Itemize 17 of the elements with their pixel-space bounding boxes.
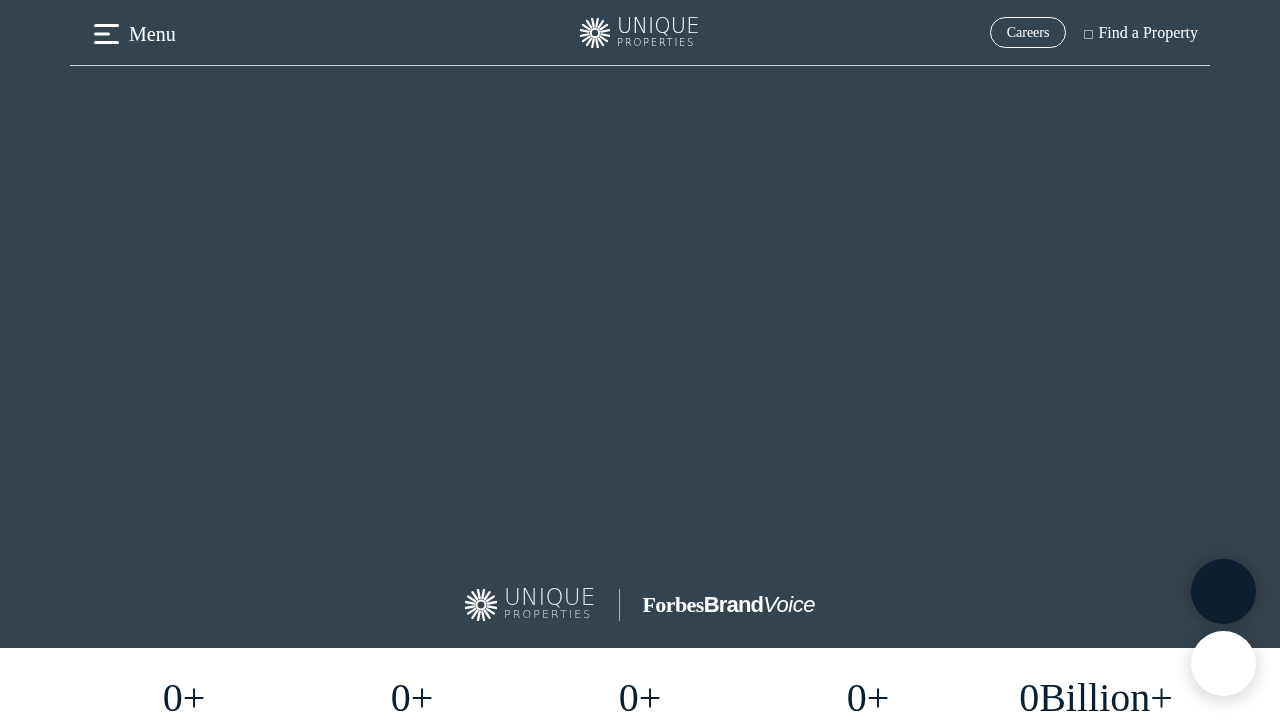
sunburst-logo-icon: [580, 18, 610, 48]
floating-action-button[interactable]: [1191, 631, 1256, 696]
find-property-link[interactable]: Find a Property: [1084, 20, 1198, 45]
stat-value: 0+: [390, 678, 434, 718]
logo-wordmark: UNIQUE: [617, 17, 700, 36]
stat-value: 0+: [162, 678, 206, 718]
menu-icon: [94, 23, 119, 44]
stat-value: 0+: [846, 678, 890, 718]
partner-wordmark: ForbesBrandVoice: [642, 593, 815, 616]
logo-subtitle: PROPERTIES: [504, 608, 594, 622]
square-icon: [1084, 29, 1094, 39]
stat-value: 0+: [618, 678, 662, 718]
logo-wordmark: UNIQUE: [504, 587, 596, 608]
menu-button[interactable]: Menu: [94, 16, 176, 49]
logo-subtitle: PROPERTIES: [617, 36, 697, 49]
stat-value: 0Billion+: [1019, 678, 1173, 718]
sunburst-logo-icon: [465, 588, 497, 621]
